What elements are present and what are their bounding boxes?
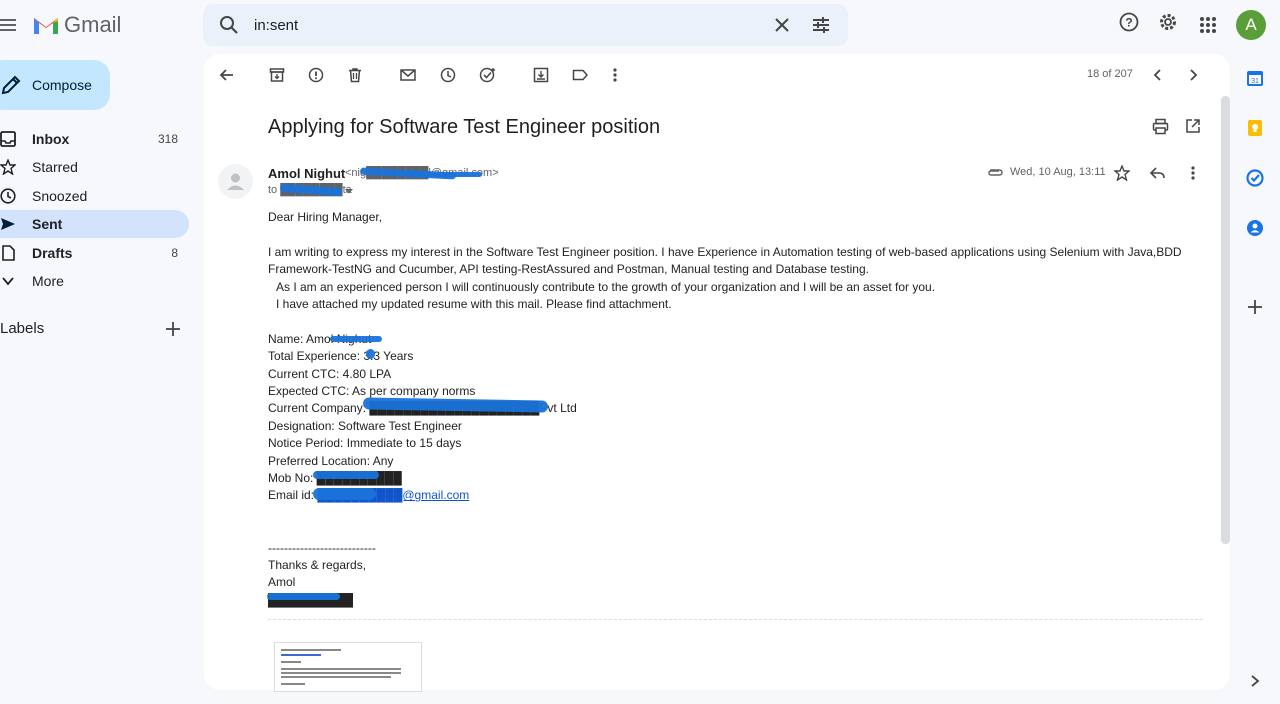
compose-label: Compose — [32, 77, 92, 93]
redaction-mark — [313, 471, 379, 479]
sidebar-item-label: More — [32, 273, 64, 289]
recipient-details-dropdown-icon[interactable] — [344, 187, 354, 195]
attachment-paperclip-icon — [987, 166, 1004, 178]
signature-phone: ██████████ — [268, 592, 1198, 609]
body-paragraph: I have attached my updated resume with t… — [276, 297, 672, 312]
redaction-mark — [313, 488, 376, 500]
tasks-icon[interactable] — [1246, 169, 1264, 187]
snooze-clock-icon[interactable] — [440, 67, 456, 83]
chevron-down-icon — [0, 273, 16, 289]
redaction-mark — [366, 349, 375, 359]
attachment-thumbnail[interactable] — [274, 642, 422, 692]
detail-email: Email id: ██████████@gmail.com — [268, 487, 1198, 504]
pagination-count: 18 of 207 — [1087, 68, 1133, 80]
scrollbar-thumb[interactable] — [1221, 96, 1230, 544]
body-paragraph: I am writing to express my interest in t… — [268, 244, 1182, 259]
detail-current-ctc: Current CTC: 4.80 LPA — [268, 366, 392, 381]
contacts-icon[interactable] — [1246, 219, 1264, 237]
redaction-mark — [267, 593, 340, 600]
inbox-icon — [0, 131, 16, 147]
svg-text:31: 31 — [1251, 78, 1259, 85]
gmail-logo[interactable]: Gmail — [32, 12, 121, 38]
sidebar-item-label: Drafts — [32, 245, 73, 261]
detail-location: Preferred Location: Any — [268, 453, 394, 468]
message-date: Wed, 10 Aug, 13:11 — [1010, 166, 1106, 178]
detail-mobile: Mob No: ██████████ — [268, 471, 402, 486]
sender-name: Amol Nighut — [268, 166, 346, 181]
newer-chevron-left-icon[interactable] — [1150, 67, 1166, 83]
reply-icon[interactable] — [1149, 165, 1166, 181]
label-tag-icon[interactable] — [572, 67, 588, 83]
delete-trash-icon[interactable] — [347, 67, 363, 83]
add-label-icon[interactable] — [164, 320, 182, 338]
search-input[interactable]: in:sent — [254, 17, 298, 34]
star-icon — [0, 159, 16, 175]
star-message-icon[interactable] — [1114, 165, 1130, 181]
print-icon[interactable] — [1152, 118, 1169, 135]
older-chevron-right-icon[interactable] — [1185, 67, 1201, 83]
sidebar-item-label: Sent — [32, 216, 63, 232]
move-to-icon[interactable] — [533, 67, 549, 83]
help-icon[interactable]: ? — [1119, 12, 1139, 32]
keep-icon[interactable] — [1246, 119, 1264, 137]
unread-count: 318 — [157, 132, 178, 146]
draft-icon — [0, 245, 16, 261]
pencil-icon — [0, 74, 22, 96]
closing: Thanks & regards, — [268, 558, 367, 573]
main-menu-icon[interactable] — [0, 14, 20, 36]
send-icon — [0, 216, 16, 232]
app-name: Gmail — [64, 12, 122, 37]
detail-notice-period: Notice Period: Immediate to 15 days — [268, 436, 462, 451]
sidebar-item-starred[interactable]: Starred — [0, 153, 189, 181]
detail-experience: Total Experience: 3.3 Years — [268, 349, 414, 364]
mark-unread-mail-icon[interactable] — [400, 67, 416, 83]
clock-icon — [0, 188, 16, 204]
svg-text:?: ? — [1125, 16, 1132, 30]
sidebar-item-more[interactable]: More — [0, 267, 189, 295]
sidebar-item-drafts[interactable]: Drafts 8 — [0, 239, 189, 267]
redaction-mark — [330, 336, 382, 342]
sender-avatar[interactable] — [218, 164, 253, 199]
clear-search-icon[interactable] — [774, 17, 790, 33]
sidebar-item-label: Snoozed — [32, 188, 88, 204]
back-arrow-icon[interactable] — [219, 67, 235, 83]
signature-divider: --------------------------- — [268, 540, 376, 555]
open-new-window-icon[interactable] — [1185, 118, 1201, 134]
account-avatar[interactable]: A — [1236, 10, 1266, 40]
archive-icon[interactable] — [269, 67, 285, 83]
apps-grid-icon[interactable] — [1199, 16, 1217, 34]
sidebar-item-label: Starred — [32, 159, 78, 175]
add-addon-plus-icon[interactable] — [1246, 298, 1264, 316]
sidebar-item-label: Inbox — [32, 131, 70, 147]
search-icon[interactable] — [219, 15, 239, 35]
signature-name: Amol — [268, 575, 296, 590]
person-icon — [227, 173, 244, 190]
report-spam-icon[interactable] — [308, 67, 324, 83]
draft-count: 8 — [171, 246, 178, 260]
greeting: Dear Hiring Manager, — [268, 210, 383, 224]
sidebar-item-sent[interactable]: Sent — [0, 210, 189, 238]
detail-name: Name: Amol Nighut — [268, 331, 372, 346]
message-more-options-icon[interactable] — [1185, 165, 1201, 181]
more-options-vertical-icon[interactable] — [607, 67, 623, 83]
detail-designation: Designation: Software Test Engineer — [268, 418, 462, 433]
calendar-icon[interactable]: 31 — [1246, 69, 1264, 87]
labels-heading: Labels — [0, 320, 45, 337]
attachment-separator — [268, 619, 1203, 620]
search-bar[interactable]: in:sent — [203, 4, 848, 46]
settings-gear-icon[interactable] — [1158, 12, 1178, 32]
sidebar-item-snoozed[interactable]: Snoozed — [0, 182, 189, 210]
email-label: Email id: — [268, 488, 318, 503]
body-paragraph: As I am an experienced person I will con… — [276, 279, 936, 294]
gmail-m-icon — [34, 18, 58, 34]
email-subject: Applying for Software Test Engineer posi… — [268, 116, 661, 138]
sidebar-item-inbox[interactable]: Inbox 318 — [0, 125, 189, 153]
add-to-tasks-icon[interactable] — [479, 67, 497, 83]
redaction-mark — [410, 172, 482, 177]
search-options-icon[interactable] — [812, 16, 830, 34]
compose-button[interactable]: Compose — [0, 60, 110, 110]
body-paragraph: Framework-TestNG and Cucumber, API testi… — [268, 262, 869, 277]
show-side-panel-chevron-icon[interactable] — [1249, 674, 1261, 688]
